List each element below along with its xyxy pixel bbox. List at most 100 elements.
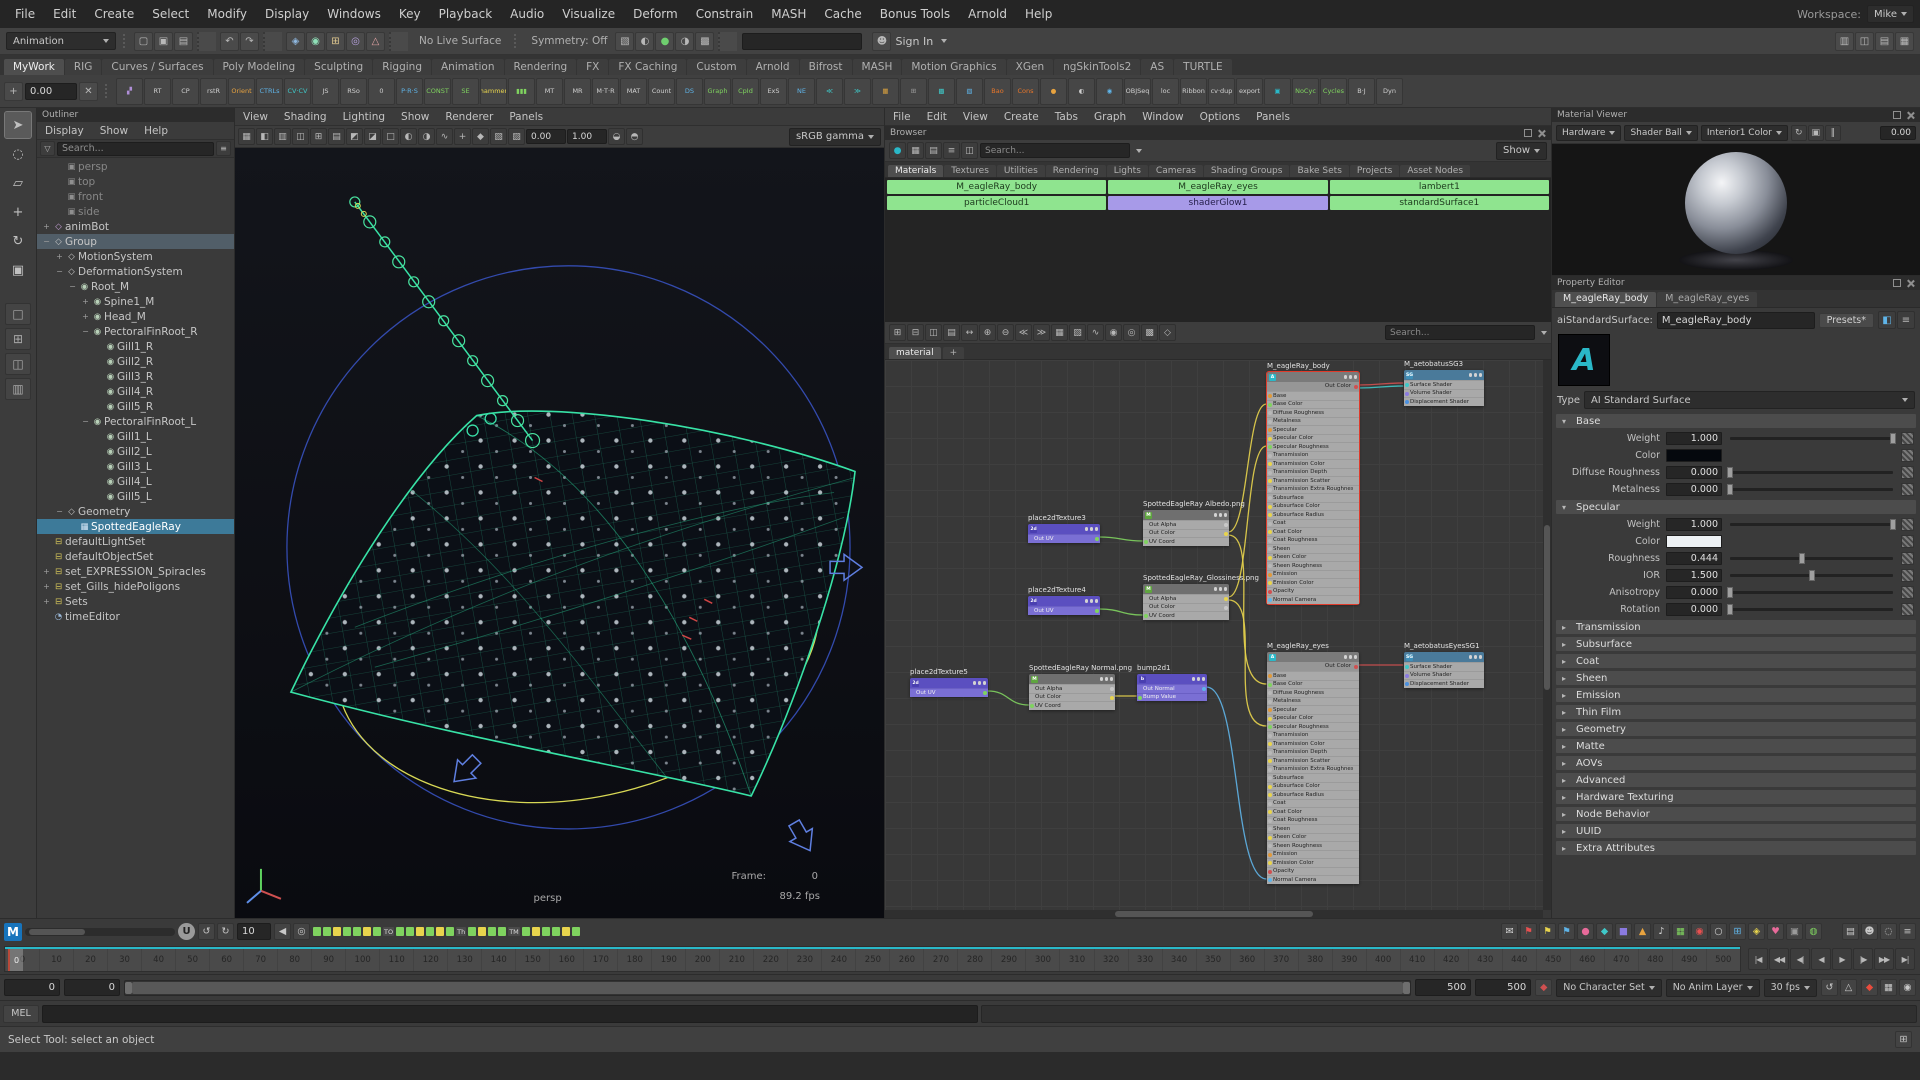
- viewport-icon[interactable]: ◆: [472, 128, 489, 145]
- status-icon[interactable]: [718, 31, 738, 51]
- shelf-button[interactable]: ●: [1040, 77, 1067, 105]
- shelf-button[interactable]: ⊞: [900, 77, 927, 105]
- input-port-icon[interactable]: [1268, 869, 1272, 874]
- browser-icon[interactable]: ●: [889, 142, 906, 159]
- node-attr-row[interactable]: Emission: [1267, 849, 1359, 858]
- input-port-icon[interactable]: [1268, 793, 1272, 797]
- timeline-tick[interactable]: 200: [685, 949, 719, 971]
- panel-toggle-icon[interactable]: ◫: [1855, 31, 1874, 51]
- playback-option-icon[interactable]: ↺: [1821, 979, 1838, 996]
- input-port-icon[interactable]: [1268, 852, 1272, 857]
- shelf-button[interactable]: ▣: [1264, 77, 1291, 105]
- node-attr-row[interactable]: Sheen Roughness: [1267, 841, 1359, 850]
- outliner-item[interactable]: ⊟ defaultLightSet: [37, 534, 234, 549]
- timeline-tick[interactable]: 390: [1331, 949, 1366, 971]
- timeline-tick[interactable]: 80: [277, 949, 311, 971]
- node-attr-row[interactable]: Out Color: [1143, 602, 1229, 611]
- output-port-icon[interactable]: [1224, 597, 1228, 601]
- mv-icon[interactable]: ↻: [1790, 124, 1807, 141]
- exposure-field[interactable]: 0.00: [1880, 125, 1916, 140]
- shelf-button[interactable]: MAT: [620, 77, 647, 105]
- node-attr-row[interactable]: Displacement Shader: [1404, 679, 1484, 688]
- outliner-item[interactable]: + ◇ animBot: [37, 219, 234, 234]
- outliner-item[interactable]: + ◇ MotionSystem: [37, 249, 234, 264]
- output-port-icon[interactable]: [1354, 394, 1358, 398]
- editor-icon[interactable]: ⊞: [889, 324, 906, 341]
- timeline-tick[interactable]: 430: [1467, 949, 1502, 971]
- shelf-button[interactable]: OBJSeq: [1124, 77, 1151, 105]
- menu-item[interactable]: File: [6, 0, 44, 28]
- shader-node[interactable]: place2dTexture3 2d Out UV: [1028, 514, 1100, 543]
- tool-chip[interactable]: ■: [1615, 923, 1632, 940]
- shader-node[interactable]: place2dTexture5 2d Out UV: [910, 668, 988, 697]
- arnold-shader-swatch[interactable]: A: [1558, 334, 1610, 386]
- key-dot[interactable]: [551, 927, 560, 936]
- input-port-icon[interactable]: [1030, 687, 1034, 691]
- input-port-icon[interactable]: [1268, 598, 1272, 602]
- menu-item[interactable]: Show: [92, 125, 136, 137]
- shader-node[interactable]: bump2d1 b Out Normal Bump Value: [1137, 664, 1207, 701]
- node-attr-row[interactable]: Normal Camera: [1267, 595, 1359, 604]
- output-port-icon[interactable]: [1224, 523, 1228, 527]
- tool-chip[interactable]: ⚑: [1558, 923, 1575, 940]
- expand-icon[interactable]: +: [41, 597, 52, 606]
- add-tab-button[interactable]: +: [942, 347, 965, 359]
- output-port-icon[interactable]: [1224, 614, 1228, 618]
- attribute-value-field[interactable]: 0.000: [1666, 603, 1722, 616]
- menu-item[interactable]: Deform: [624, 0, 687, 28]
- shelf-tab[interactable]: ngSkinTools2: [1054, 59, 1141, 75]
- output-port-icon[interactable]: [1202, 687, 1206, 691]
- tool-chip[interactable]: ◈: [1748, 923, 1765, 940]
- outliner-item[interactable]: ◉ Gill5_R: [37, 399, 234, 414]
- input-port-icon[interactable]: [1030, 704, 1034, 708]
- node-attr-row[interactable]: Coat Roughness: [1267, 535, 1359, 544]
- node-attr-row[interactable]: Emission: [1267, 569, 1359, 578]
- node-header[interactable]: 2d: [1028, 596, 1100, 606]
- input-port-icon[interactable]: [1268, 428, 1272, 432]
- shader-node[interactable]: M_eagleRay_body A Out Color Base Base Co…: [1266, 362, 1360, 605]
- viewport-icon[interactable]: ◫: [292, 128, 309, 145]
- tool-chip[interactable]: ▦: [1672, 923, 1689, 940]
- input-port-icon[interactable]: [1144, 540, 1148, 544]
- input-port-icon[interactable]: [1268, 589, 1272, 594]
- node-attr-row[interactable]: Specular: [1267, 425, 1359, 434]
- input-port-icon[interactable]: [1268, 394, 1272, 398]
- node-attr-row[interactable]: Displacement Shader: [1404, 397, 1484, 406]
- node-header[interactable]: A: [1267, 372, 1359, 382]
- node-attr-row[interactable]: Bump Value: [1137, 692, 1207, 701]
- anim-layer-dropdown[interactable]: No Anim Layer: [1665, 978, 1760, 997]
- node-out-port[interactable]: Out Color: [1267, 382, 1359, 391]
- shelf-button[interactable]: ◐: [1068, 77, 1095, 105]
- input-port-icon[interactable]: [1268, 827, 1272, 831]
- input-port-icon[interactable]: [1268, 784, 1272, 789]
- section-header[interactable]: ▸ UUID: [1555, 823, 1917, 839]
- section-header[interactable]: ▸ Hardware Texturing: [1555, 789, 1917, 805]
- menu-item[interactable]: Show: [393, 111, 437, 123]
- status-icon[interactable]: [263, 31, 282, 51]
- tool-chip[interactable]: ≡: [1899, 923, 1916, 940]
- timeline-tick[interactable]: 480: [1637, 949, 1672, 971]
- texture-map-button[interactable]: [1901, 603, 1914, 616]
- timeline-tick[interactable]: 50: [175, 949, 209, 971]
- editor-icon[interactable]: ◫: [925, 324, 942, 341]
- texture-map-button[interactable]: [1901, 518, 1914, 531]
- key-dot[interactable]: [531, 927, 540, 936]
- viewport-icon[interactable]: □: [382, 128, 399, 145]
- browser-tab[interactable]: Lights: [1106, 165, 1148, 177]
- shelf-button[interactable]: ≪: [816, 77, 843, 105]
- status-icon[interactable]: △: [366, 31, 385, 51]
- input-port-icon[interactable]: [1030, 696, 1034, 700]
- browser-icon[interactable]: ▦: [907, 142, 924, 159]
- status-icon[interactable]: ↶: [220, 31, 239, 51]
- output-port-icon[interactable]: [1354, 496, 1358, 500]
- output-port-icon[interactable]: [1354, 802, 1358, 806]
- input-port-icon[interactable]: [1144, 606, 1148, 610]
- node-header[interactable]: M: [1143, 584, 1229, 594]
- editor-icon[interactable]: ⊕: [979, 324, 996, 341]
- section-header[interactable]: ▸ Transmission: [1555, 619, 1917, 635]
- key-dot[interactable]: TO: [383, 927, 395, 936]
- timeline-tick[interactable]: 120: [413, 949, 447, 971]
- node-attr-row[interactable]: Base Color: [1267, 679, 1359, 688]
- node-attr-row[interactable]: Sheen Roughness: [1267, 561, 1359, 570]
- shader-node[interactable]: SpottedEagleRay Albedo.png M Out Alpha O…: [1143, 500, 1245, 546]
